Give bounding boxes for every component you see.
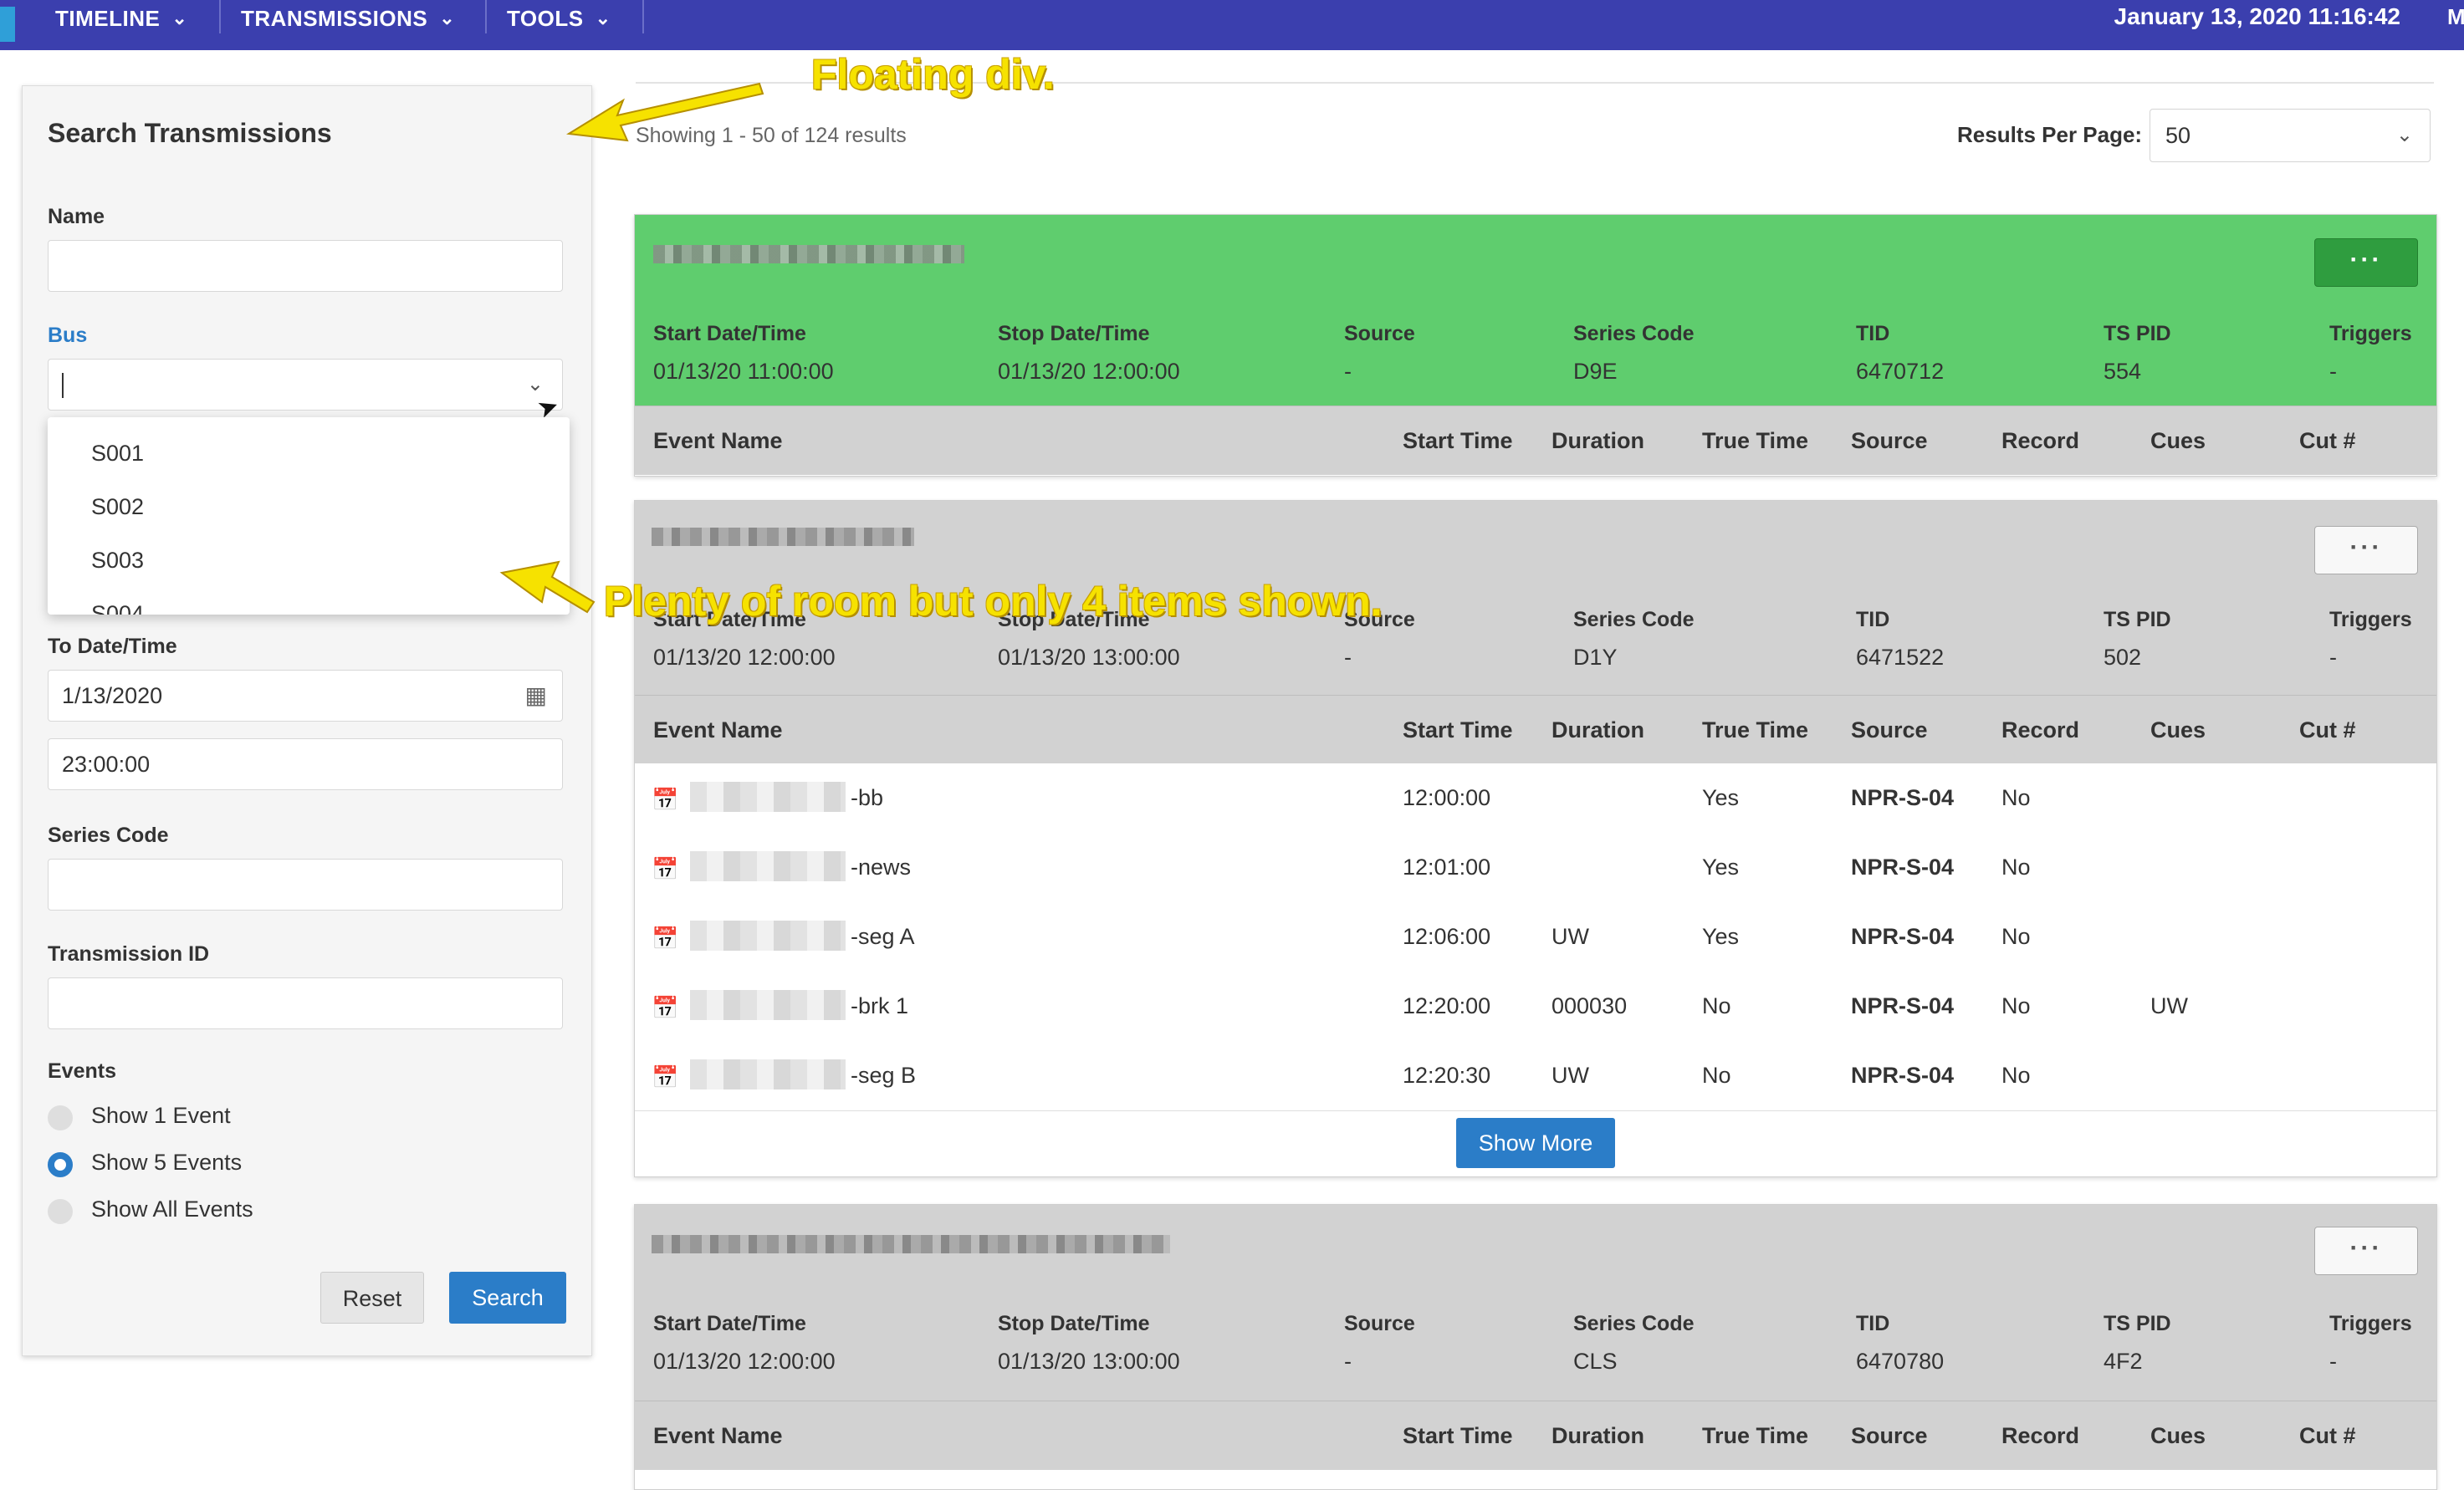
arrow-icon: [499, 560, 596, 614]
arrow-icon: [566, 82, 764, 142]
annotation-arrows: [499, 82, 764, 614]
annotation-dropdown-note: Plenty of room but only 4 items shown.: [604, 578, 1383, 625]
annotation-floating-div: Floating div.: [811, 51, 1055, 98]
